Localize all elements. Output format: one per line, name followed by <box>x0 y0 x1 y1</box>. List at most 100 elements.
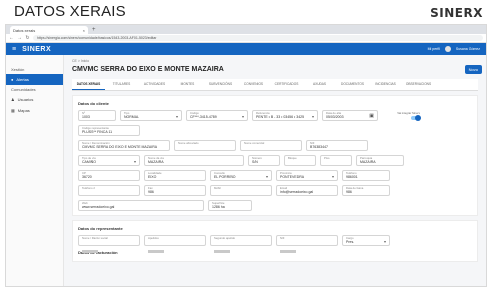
sidebar-item-alertas[interactable]: ● Alertas <box>6 74 63 85</box>
slide-logo: SINERX <box>430 6 483 20</box>
sidebar: Xestión ● Alertas Comunidades ♟ Usuarios… <box>6 55 64 286</box>
field-rep-cargo[interactable]: Cargo Pres. ▾ <box>342 235 390 246</box>
map-icon: ▦ <box>11 108 15 113</box>
tab-datos-xerais[interactable]: DATOS XERAIS <box>72 79 105 90</box>
client-data-card: Datos do cliente Nº 1003 Tipo NORMAL ▾ C… <box>72 95 478 216</box>
field-data-alta[interactable]: Data de alta 05/03/2003 ▣ <box>322 110 378 121</box>
field-fax[interactable]: Fax 986 <box>144 185 206 196</box>
section-title-representative: Datos do representante <box>78 226 123 231</box>
bell-icon: ● <box>11 77 14 82</box>
browser-window: Datos xerais × + ← → ↻ https://sinergia.… <box>5 24 487 287</box>
sidebar-item-mapas[interactable]: ▦ Mapas <box>6 105 63 116</box>
sidebar-item-usuarios[interactable]: ♟ Usuarios <box>6 94 63 105</box>
field-rep-nome[interactable]: Nome / Razón social <box>78 235 140 253</box>
field-rep-segundo-apelido[interactable]: Segundo apelido <box>210 235 272 253</box>
new-tab-icon[interactable]: + <box>92 26 96 34</box>
sidebar-item-label: Alertas <box>16 77 29 82</box>
field-mobil[interactable]: Móbil <box>210 185 272 203</box>
user-icon: ♟ <box>11 97 15 102</box>
form-row: Nome / Denominación CMVMC SERRA DO EIXO … <box>78 140 472 151</box>
field-numero[interactable]: Nº 1003 <box>78 110 116 121</box>
field-telefono[interactable]: Teléfono 986001 <box>342 170 390 181</box>
form-row: Tipo de vía CAMIÑO ▾ Nome da vía MAZAIRA… <box>78 155 472 166</box>
tab-subvencions[interactable]: SUBVENCIÓNS <box>204 79 237 90</box>
field-data-baixa[interactable]: Data de baixa 986 <box>342 185 390 196</box>
chevron-down-icon: ▾ <box>241 114 244 119</box>
field-superficie[interactable]: Superficie 1286 ha <box>208 200 252 211</box>
field-tipo[interactable]: Tipo NORMAL ▾ <box>120 110 182 121</box>
slide: DATOS XERAIS SINERX Datos xerais × + ← →… <box>0 0 487 287</box>
tab-incidencias[interactable]: INCIDENCIAS <box>369 79 402 90</box>
field-cp[interactable]: CP 36720 <box>78 170 140 181</box>
field-nome[interactable]: Nome / Denominación CMVMC SERRA DO EIXO … <box>78 140 170 151</box>
form-row: Nome / Razón social Apelidos Segundo ape… <box>78 235 472 253</box>
avatar[interactable] <box>444 46 451 52</box>
field-nome-abreviado[interactable]: Nome abreviado <box>174 140 236 151</box>
close-icon[interactable]: × <box>83 28 85 33</box>
forward-icon[interactable]: → <box>17 35 22 41</box>
calendar-icon[interactable]: ▣ <box>369 113 374 119</box>
field-tipo-via[interactable]: Tipo de vía CAMIÑO ▾ <box>78 155 140 166</box>
user-info[interactable]: Mi perfil <box>428 47 440 51</box>
field-concello[interactable]: Concello EL PORRIÑO ▾ <box>210 170 272 181</box>
form-row: Teléfono 2 Fax 986 Móbil Email info@serr… <box>78 185 472 203</box>
browser-tabbar: Datos xerais × + <box>6 25 486 34</box>
user-name[interactable]: Susana Gómez <box>456 47 480 51</box>
address-bar: ← → ↻ https://sinergia.com/sinerx/comuni… <box>6 34 486 43</box>
page-title: CMVMC SERRA DO EIXO E MONTE MAZAIRA <box>72 66 224 73</box>
tab-convenios[interactable]: CONVENIOS <box>237 79 270 90</box>
hamburger-menu-icon[interactable]: ≡ <box>12 46 16 53</box>
new-button[interactable]: Novo <box>464 65 482 74</box>
field-codigo-representante[interactable]: Código representante PLUSS** FINCA 11 <box>78 125 140 136</box>
url-input[interactable]: https://sinergia.com/sinerx/comunidade/b… <box>33 35 483 41</box>
sinerx-toggle-group: Vai integrar Sinerx <box>382 110 421 121</box>
tab-titulares[interactable]: TITULARES <box>105 79 138 90</box>
chevron-down-icon: ▾ <box>265 174 268 179</box>
field-nif[interactable]: NIF B76383447 <box>306 140 368 151</box>
back-icon[interactable]: ← <box>9 35 14 41</box>
field-provincia[interactable]: Provincia PONTEVEDRA ▾ <box>276 170 338 181</box>
field-web[interactable]: Web www.serradoeixo.gal <box>78 200 204 211</box>
form-row: Web www.serradoeixo.gal Superficie 1286 … <box>78 200 472 211</box>
chevron-down-icon: ▾ <box>311 114 314 119</box>
field-rep-apelidos[interactable]: Apelidos <box>144 235 206 253</box>
chevron-down-icon: ▾ <box>133 159 136 164</box>
tab-axudas[interactable]: AXUDAS <box>303 79 336 90</box>
field-parroquia[interactable]: Parroquia MAZAIRA <box>356 155 404 166</box>
reload-icon[interactable]: ↻ <box>25 35 30 41</box>
tab-observacions[interactable]: OBSERVACIONS <box>402 79 435 90</box>
tab-actividades[interactable]: ACTIVIDADES <box>138 79 171 90</box>
field-localidade[interactable]: Localidade EIXO <box>144 170 206 181</box>
browser-tab[interactable]: Datos xerais × <box>10 26 88 34</box>
app-brand: SINERX <box>22 45 52 53</box>
field-bloque[interactable]: Bloque <box>284 155 316 166</box>
representative-card: Datos do representante Nome / Razón soci… <box>72 220 478 262</box>
chevron-down-icon: ▾ <box>331 174 334 179</box>
field-referencia[interactable]: Referencia PENTE • B - 33 • 03456 • 3425… <box>252 110 318 121</box>
tab-certificados[interactable]: CERTIFICADOS <box>270 79 303 90</box>
tab-montes[interactable]: MONTES <box>171 79 204 90</box>
form-row: Código representante PLUSS** FINCA 11 <box>78 125 472 136</box>
slide-title: DATOS XERAIS <box>14 3 126 20</box>
field-email[interactable]: Email info@serradoeixo.gal <box>276 185 338 196</box>
field-nome-comercial[interactable]: Nome comercial <box>240 140 302 151</box>
field-piso[interactable]: Piso <box>320 155 352 166</box>
browser-tab-title: Datos xerais <box>13 27 36 33</box>
field-codigo[interactable]: Código CF***-3415-4789 ▾ <box>186 110 248 121</box>
sidebar-item-label: Usuarios <box>17 97 34 102</box>
form-row: Nº 1003 Tipo NORMAL ▾ Código CF***-3415-… <box>78 110 472 121</box>
field-numero-via[interactable]: Número S/N <box>248 155 280 166</box>
field-nome-via[interactable]: Nome da vía MAZAIRA <box>144 155 244 166</box>
tab-documentos[interactable]: DOCUMENTOS <box>336 79 369 90</box>
field-telefono-2[interactable]: Teléfono 2 <box>78 185 140 203</box>
form-row: CP 36720 Localidade EIXO Concello EL POR… <box>78 170 472 181</box>
breadcrumb[interactable]: CE > Inicio <box>72 59 478 63</box>
field-rep-nif[interactable]: NIF <box>276 235 338 253</box>
section-title-billing: Datos de facturación <box>78 250 118 255</box>
sidebar-item-label: Mapas <box>17 108 30 113</box>
sinerx-toggle[interactable] <box>411 115 421 121</box>
chevron-down-icon: ▾ <box>383 239 386 244</box>
main-content: CE > Inicio CMVMC SERRA DO EIXO E MONTE … <box>64 55 486 286</box>
app-header: ≡ SINERX Mi perfil Susana Gómez <box>6 43 486 55</box>
form-tabs: DATOS XERAIS TITULARES ACTIVIDADES MONTE… <box>72 79 478 91</box>
